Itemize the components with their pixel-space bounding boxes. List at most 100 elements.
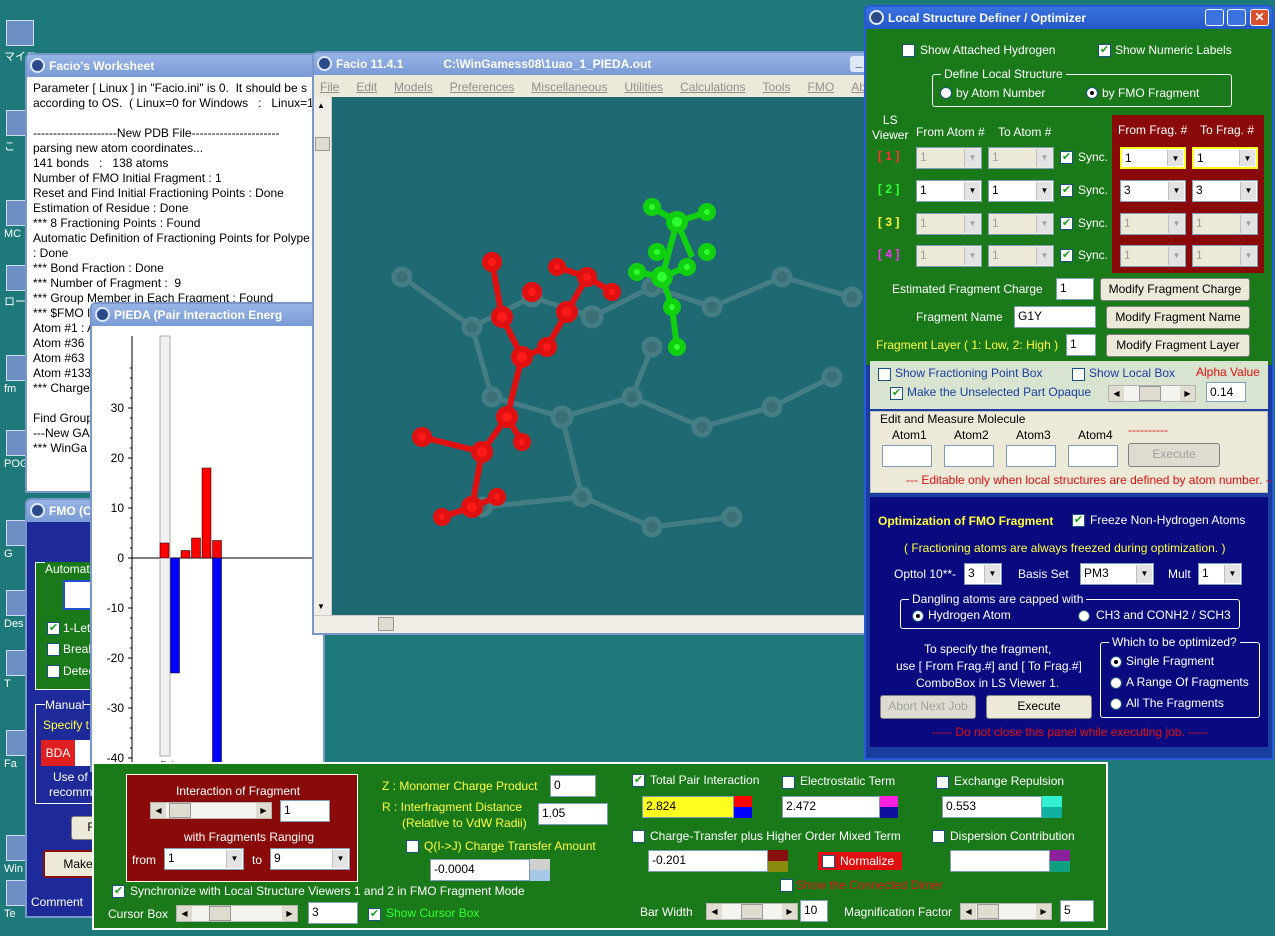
modify-layer-button[interactable]: Modify Fragment Layer <box>1106 334 1250 357</box>
basis-select[interactable]: PM3 ▼ <box>1080 563 1154 585</box>
elec-input[interactable]: 2.472 <box>782 796 880 818</box>
from-frag-select[interactable]: 1 ▼ <box>1120 213 1186 235</box>
menu-models[interactable]: Models <box>394 80 433 94</box>
maximize-button[interactable] <box>1227 9 1246 26</box>
molecule-viewport[interactable] <box>332 97 872 615</box>
from-atom-select[interactable]: 1 ▼ <box>916 213 982 235</box>
pieda-titlebar[interactable]: PIEDA (Pair Interaction Energ <box>92 304 323 326</box>
to-atom-select[interactable]: 1 ▼ <box>988 147 1054 169</box>
sync-checkbox[interactable]: ✔ <box>1060 151 1073 164</box>
from-atom-select[interactable]: 1 ▼ <box>916 245 982 267</box>
show-conn-checkbox[interactable] <box>780 879 793 892</box>
desktop-icon[interactable] <box>6 20 34 46</box>
frag-name-input[interactable]: G1Y <box>1014 306 1096 328</box>
sync-checkbox[interactable]: ✔ <box>112 885 125 898</box>
q-input[interactable]: -0.0004 <box>430 859 530 881</box>
interaction-slider[interactable]: ◀ ▶ <box>150 802 272 819</box>
to-frag-select[interactable]: 3 ▼ <box>1192 180 1258 202</box>
modify-charge-button[interactable]: Modify Fragment Charge <box>1100 278 1250 301</box>
alpha-slider[interactable]: ◀ ▶ <box>1108 385 1196 402</box>
disp-input[interactable] <box>950 850 1050 872</box>
atom-input[interactable] <box>1068 445 1118 467</box>
minimize-button[interactable] <box>1205 9 1224 26</box>
cap-h-radio[interactable] <box>912 610 924 622</box>
r-input[interactable]: 1.05 <box>538 803 608 825</box>
z-input[interactable]: 0 <box>550 775 596 797</box>
show-attached-h-checkbox[interactable] <box>902 44 915 57</box>
vertical-scrollbar[interactable]: ▲ ▼ <box>314 97 332 615</box>
menu-miscellaneous[interactable]: Miscellaneous <box>531 80 607 94</box>
atom-input[interactable] <box>1006 445 1056 467</box>
ct-checkbox[interactable] <box>632 830 645 843</box>
from-atom-select[interactable]: 1 ▼ <box>916 180 982 202</box>
to-frag-select[interactable]: 1 ▼ <box>1192 147 1258 169</box>
show-cursor-checkbox[interactable]: ✔ <box>368 908 381 921</box>
elec-checkbox[interactable] <box>782 776 795 789</box>
menu-file[interactable]: File <box>320 80 339 94</box>
alpha-input[interactable]: 0.14 <box>1206 382 1246 402</box>
sync-checkbox[interactable]: ✔ <box>1060 184 1073 197</box>
bar-width-slider[interactable]: ◀ ▶ <box>706 903 798 920</box>
opttol-select[interactable]: 3 ▼ <box>964 563 1002 585</box>
menu-tools[interactable]: Tools <box>763 80 791 94</box>
show-numeric-checkbox[interactable]: ✔ <box>1098 44 1111 57</box>
disp-checkbox[interactable] <box>932 830 945 843</box>
total-input[interactable]: 2.824 <box>642 796 734 818</box>
mag-input[interactable]: 5 <box>1060 900 1094 922</box>
sync-checkbox[interactable]: ✔ <box>1060 217 1073 230</box>
from-frag-select[interactable]: 1 ▼ <box>1120 245 1186 267</box>
from-select[interactable]: 1 ▼ <box>164 848 244 870</box>
interaction-input[interactable]: 1 <box>280 800 330 822</box>
to-frag-select[interactable]: 1 ▼ <box>1192 245 1258 267</box>
scroll-thumb[interactable] <box>315 137 330 151</box>
cursor-box-input[interactable]: 3 <box>308 902 358 924</box>
cursor-box-slider[interactable]: ◀ ▶ <box>176 905 298 922</box>
show-local-box-checkbox[interactable] <box>1072 368 1085 381</box>
total-checkbox[interactable]: ✔ <box>632 774 645 787</box>
cap-ch3-radio[interactable] <box>1078 610 1090 622</box>
worksheet-titlebar[interactable]: Facio's Worksheet <box>27 55 323 77</box>
opt-range-radio[interactable] <box>1110 677 1122 689</box>
horizontal-scrollbar[interactable] <box>314 615 872 633</box>
menu-utilities[interactable]: Utilities <box>624 80 663 94</box>
close-icon[interactable]: ✕ <box>1250 9 1269 26</box>
sync-checkbox[interactable]: ✔ <box>1060 249 1073 262</box>
atom-input[interactable] <box>944 445 994 467</box>
menu-preferences[interactable]: Preferences <box>450 80 515 94</box>
menu-edit[interactable]: Edit <box>356 80 377 94</box>
to-atom-select[interactable]: 1 ▼ <box>988 245 1054 267</box>
from-atom-select[interactable]: 1 ▼ <box>916 147 982 169</box>
execute-opt-button[interactable]: Execute <box>986 695 1092 719</box>
show-frac-box-checkbox[interactable] <box>878 368 891 381</box>
freeze-checkbox[interactable]: ✔ <box>1072 514 1085 527</box>
to-frag-select[interactable]: 1 ▼ <box>1192 213 1258 235</box>
to-atom-select[interactable]: 1 ▼ <box>988 180 1054 202</box>
from-frag-select[interactable]: 3 ▼ <box>1120 180 1186 202</box>
mult-select[interactable]: 1 ▼ <box>1198 563 1242 585</box>
exch-input[interactable]: 0.553 <box>942 796 1042 818</box>
opt-single-radio[interactable] <box>1110 656 1122 668</box>
layer-input[interactable]: 1 <box>1066 334 1096 356</box>
scroll-down-icon[interactable]: ▼ <box>317 602 325 611</box>
bar-width-input[interactable]: 10 <box>800 900 828 922</box>
menu-calculations[interactable]: Calculations <box>680 80 745 94</box>
to-atom-select[interactable]: 1 ▼ <box>988 213 1054 235</box>
by-atom-radio[interactable] <box>940 87 952 99</box>
fmo-chk1[interactable]: ✔ <box>47 622 60 635</box>
q-checkbox[interactable] <box>406 840 419 853</box>
execute-measure-button[interactable]: Execute <box>1128 443 1220 467</box>
opaque-checkbox[interactable]: ✔ <box>890 387 903 400</box>
opt-all-radio[interactable] <box>1110 698 1122 710</box>
lsd-titlebar[interactable]: Local Structure Definer / Optimizer ✕ <box>866 7 1272 29</box>
exch-checkbox[interactable] <box>936 776 949 789</box>
scroll-up-icon[interactable]: ▲ <box>317 101 325 110</box>
atom-input[interactable] <box>882 445 932 467</box>
by-fmo-radio[interactable] <box>1086 87 1098 99</box>
from-frag-select[interactable]: 1 ▼ <box>1120 147 1186 169</box>
menu-fmo[interactable]: FMO <box>808 80 835 94</box>
abort-button[interactable]: Abort Next Job <box>880 695 976 719</box>
hscroll-thumb[interactable] <box>378 617 394 631</box>
modify-name-button[interactable]: Modify Fragment Name <box>1106 306 1250 329</box>
fmo-chk2[interactable] <box>47 643 60 656</box>
fmo-chk3[interactable] <box>47 665 60 678</box>
